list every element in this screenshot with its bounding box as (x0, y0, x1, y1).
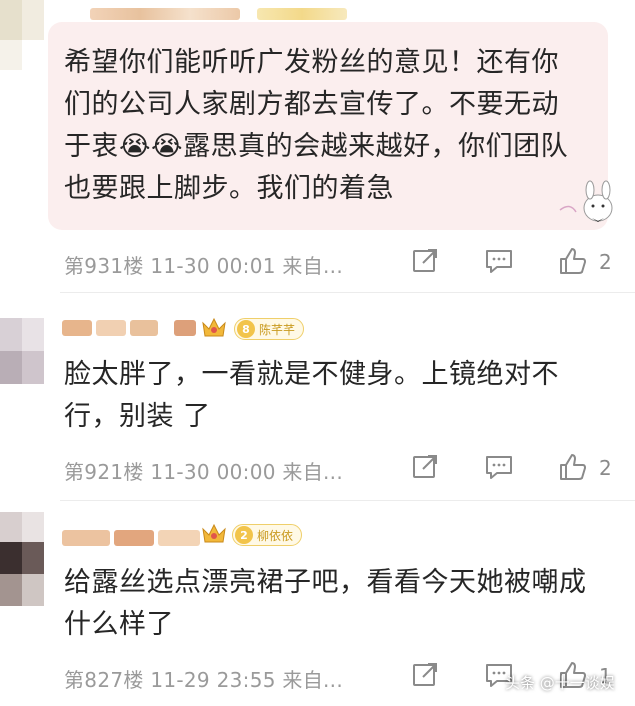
username-blurred[interactable] (62, 530, 110, 546)
comment-line: 行，别装 了 (64, 401, 211, 432)
fan-level: 8 (237, 320, 255, 338)
divider (60, 500, 635, 501)
bunny-sticker-icon (556, 178, 620, 228)
avatar[interactable] (0, 0, 44, 70)
comment-text: 希望你们能听听广发粉丝的意见！还有你 们的公司人家剧方都去宣传了。不要无动 于衷… (64, 42, 568, 210)
fan-badge[interactable]: 8 陈芊芊 (234, 318, 305, 340)
comment-1: 希望你们能听听广发粉丝的意见！还有你 们的公司人家剧方都去宣传了。不要无动 于衷… (0, 0, 635, 290)
user-info-row: 8 陈芊芊 (62, 316, 422, 340)
badge-blurred (257, 8, 347, 20)
watermark: 头条 @十一谈娱 (505, 674, 615, 692)
avatar[interactable] (0, 512, 44, 606)
floor-timestamp: 第921楼 11-30 00:00 来自... (64, 460, 343, 484)
share-icon[interactable] (410, 660, 440, 690)
comment-line: 希望你们能听听广发粉丝的意见！还有你 (64, 47, 559, 78)
fan-group-name: 柳依依 (257, 528, 294, 543)
divider (60, 292, 635, 293)
username-blurred[interactable] (130, 320, 158, 336)
floor-timestamp: 第827楼 11-29 23:55 来自... (64, 668, 343, 692)
comment-line: 们的公司人家剧方都去宣传了。不要无动 (64, 89, 559, 120)
crown-icon (200, 314, 228, 340)
username-blurred[interactable] (114, 530, 154, 546)
username-blurred[interactable] (174, 320, 196, 336)
user-info-row: 2 柳依依 (62, 523, 422, 550)
username-blurred[interactable] (62, 320, 92, 336)
comment-text: 给露丝选点漂亮裙子吧，看看今天她被嘲成 什么样了 (64, 562, 587, 646)
comment-line: 给露丝选点漂亮裙子吧，看看今天她被嘲成 (64, 567, 587, 598)
floor-timestamp: 第931楼 11-30 00:01 来自... (64, 254, 343, 278)
crown-icon (200, 520, 228, 546)
comment-2: 8 陈芊芊 脸太胖了，一看就是不健身。上镜绝对不 行，别装 了 第921楼 11… (0, 300, 635, 500)
like-count: 2 (599, 250, 612, 274)
username-blurred[interactable] (90, 8, 240, 20)
like-count: 2 (599, 456, 612, 480)
comment-line: 什么样了 (64, 609, 174, 640)
like-icon[interactable] (558, 452, 588, 482)
comment-line: 于衷😭😭露思真的会越来越好，你们团队 (64, 131, 569, 162)
reply-icon[interactable] (484, 452, 514, 482)
meta-row: 第931楼 11-30 00:01 来自... 2 (64, 246, 624, 278)
meta-row: 第921楼 11-30 00:00 来自... 2 (64, 452, 624, 484)
fan-group-name: 陈芊芊 (259, 322, 296, 337)
username-blurred[interactable] (96, 320, 126, 336)
share-icon[interactable] (410, 246, 440, 276)
comment-line: 也要跟上脚步。我们的着急 (64, 173, 394, 204)
comment-line: 脸太胖了，一看就是不健身。上镜绝对不 (64, 359, 559, 390)
fan-badge[interactable]: 2 柳依依 (232, 524, 303, 546)
username-blurred[interactable] (158, 530, 200, 546)
share-icon[interactable] (410, 452, 440, 482)
like-icon[interactable] (558, 246, 588, 276)
fan-level: 2 (235, 526, 253, 544)
comment-text: 脸太胖了，一看就是不健身。上镜绝对不 行，别装 了 (64, 354, 559, 438)
reply-icon[interactable] (484, 246, 514, 276)
avatar[interactable] (0, 318, 44, 384)
